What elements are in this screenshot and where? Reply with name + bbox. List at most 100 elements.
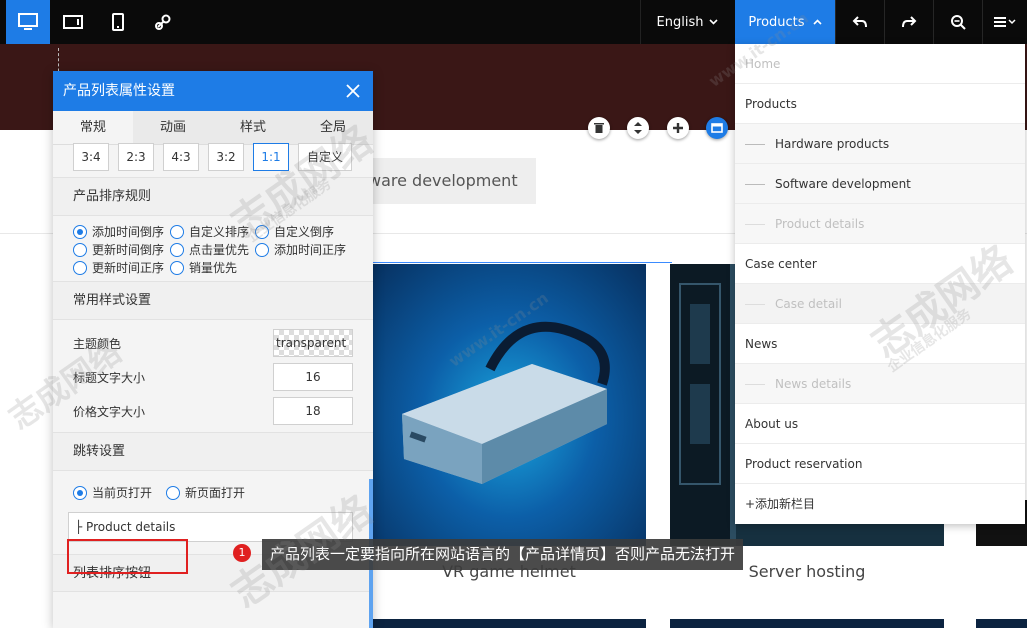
sort-option-label: 更新时间倒序	[92, 243, 165, 257]
jump-open-options: 当前页打开 新页面打开	[53, 471, 373, 506]
jump-option-label: 新页面打开	[185, 486, 246, 500]
desktop-view-button[interactable]	[6, 0, 50, 44]
menu-item-case-detail[interactable]: Case detail	[735, 284, 1025, 324]
sort-option-label: 添加时间正序	[274, 243, 347, 257]
common-style-settings: 主题颜色 transparent 标题文字大小 16 价格文字大小 18	[53, 320, 373, 433]
aspect-ratio-options: 3:4 2:3 4:3 3:2 1:1 自定义	[53, 136, 373, 178]
menu-item-hardware-products[interactable]: Hardware products	[735, 124, 1025, 164]
price-size-input[interactable]: 18	[273, 397, 353, 425]
ratio-option[interactable]: 2:3	[118, 142, 154, 171]
menu-item-news[interactable]: News	[735, 324, 1025, 364]
theme-color-picker[interactable]: transparent	[273, 329, 353, 357]
window-icon	[711, 123, 723, 133]
vr-helmet-illustration	[402, 321, 610, 484]
tab-style[interactable]: 样式	[213, 111, 293, 144]
product-image-next-row	[976, 619, 1027, 628]
radio-unchecked	[255, 242, 269, 257]
title-size-input[interactable]: 16	[273, 363, 353, 391]
redo-button[interactable]	[884, 0, 932, 44]
undo-button[interactable]	[835, 0, 883, 44]
menu-item-news-details[interactable]: News details	[735, 364, 1025, 404]
link-icon	[155, 14, 171, 30]
menu-item-software-development[interactable]: Software development	[735, 164, 1025, 204]
move-module-button[interactable]	[627, 117, 649, 139]
radio-unchecked	[166, 485, 181, 500]
radio-unchecked	[170, 224, 184, 239]
sort-rules-options: 添加时间倒序 自定义排序 自定义倒序 更新时间倒序 点击量优先 添加时间正序 更…	[53, 216, 373, 282]
zoom-out-button[interactable]	[933, 0, 981, 44]
sort-option[interactable]: 更新时间倒序	[73, 242, 170, 257]
language-label: English	[656, 14, 704, 30]
price-size-label: 价格文字大小	[73, 404, 146, 419]
menu-item-add-new-column[interactable]: +添加新栏目	[735, 484, 1025, 524]
ratio-option[interactable]: 3:4	[73, 142, 109, 171]
radio-checked	[73, 485, 87, 500]
ratio-option[interactable]: 4:3	[163, 142, 199, 171]
jump-settings-heading: 跳转设置	[53, 433, 373, 471]
tablet-icon	[63, 15, 83, 29]
menu-item-home[interactable]: Home	[735, 44, 1025, 84]
page-selector[interactable]: Products	[735, 0, 835, 44]
top-toolbar: English Products	[0, 0, 1027, 44]
title-size-label: 标题文字大小	[73, 370, 146, 385]
close-icon[interactable]	[345, 83, 361, 99]
menu-item-products[interactable]: Products	[735, 84, 1025, 124]
radio-unchecked	[255, 224, 269, 239]
open-current-page-option[interactable]: 当前页打开	[73, 485, 152, 500]
page-selector-label: Products	[748, 14, 805, 30]
module-settings-button[interactable]	[706, 117, 728, 139]
annotation-tooltip: 产品列表一定要指向所在网站语言的【产品详情页】否则产品无法打开	[262, 539, 744, 570]
redo-icon	[901, 16, 916, 28]
product-image-vr-helmet[interactable]	[372, 264, 646, 546]
menu-item-case-center[interactable]: Case center	[735, 244, 1025, 284]
sort-option[interactable]: 点击量优先	[170, 242, 255, 257]
category-tab-label: ware development	[368, 171, 518, 190]
ratio-option-selected[interactable]: 1:1	[253, 142, 289, 171]
sort-option[interactable]: 更新时间正序	[73, 260, 170, 275]
sort-option[interactable]: 自定义排序	[170, 224, 255, 239]
theme-color-label: 主题颜色	[73, 336, 122, 351]
sort-option-label: 更新时间正序	[92, 261, 165, 275]
selected-module-outline	[372, 262, 672, 263]
sort-option[interactable]: 销量优先	[170, 260, 255, 275]
delete-icon	[594, 123, 604, 133]
menu-button[interactable]	[982, 0, 1027, 44]
add-icon	[673, 123, 683, 133]
ratio-option[interactable]: 3:2	[208, 142, 244, 171]
panel-tabs: 常规 动画 样式 全局	[53, 111, 373, 145]
panel-title: 产品列表属性设置	[63, 83, 175, 99]
undo-icon	[852, 16, 867, 28]
chevron-down-icon	[709, 19, 719, 25]
menu-item-product-reservation[interactable]: Product reservation	[735, 444, 1025, 484]
radio-unchecked	[170, 242, 184, 257]
add-module-button[interactable]	[667, 117, 689, 139]
sort-option[interactable]: 添加时间倒序	[73, 224, 170, 239]
ratio-option-custom[interactable]: 自定义	[298, 142, 352, 171]
link-button[interactable]	[141, 0, 185, 44]
title-size-row: 标题文字大小 16	[73, 360, 353, 394]
open-new-page-option[interactable]: 新页面打开	[166, 485, 245, 500]
target-page-select[interactable]: ├ Product details	[68, 512, 353, 542]
theme-color-row: 主题颜色 transparent	[73, 326, 353, 360]
sort-rules-heading: 产品排序规则	[53, 178, 373, 216]
tab-general[interactable]: 常规	[53, 111, 133, 144]
tab-global[interactable]: 全局	[293, 111, 373, 144]
panel-header: 产品列表属性设置	[53, 71, 373, 111]
highlight-box	[67, 539, 188, 574]
tablet-view-button[interactable]	[51, 0, 95, 44]
category-tab-button[interactable]: ware development	[356, 158, 536, 204]
sort-option-label: 点击量优先	[189, 243, 250, 257]
tab-animation[interactable]: 动画	[133, 111, 213, 144]
chevron-up-icon	[812, 19, 822, 25]
product-image-next-row	[670, 619, 944, 628]
language-selector[interactable]: English	[640, 0, 734, 44]
menu-item-about-us[interactable]: About us	[735, 404, 1025, 444]
sort-option-label: 销量优先	[189, 261, 238, 275]
delete-module-button[interactable]	[588, 117, 610, 139]
sort-option-label: 自定义倒序	[274, 225, 335, 239]
common-style-heading: 常用样式设置	[53, 282, 373, 320]
sort-option[interactable]: 添加时间正序	[255, 242, 355, 257]
sort-option[interactable]: 自定义倒序	[255, 224, 355, 239]
menu-item-product-details[interactable]: Product details	[735, 204, 1025, 244]
mobile-view-button[interactable]	[96, 0, 140, 44]
